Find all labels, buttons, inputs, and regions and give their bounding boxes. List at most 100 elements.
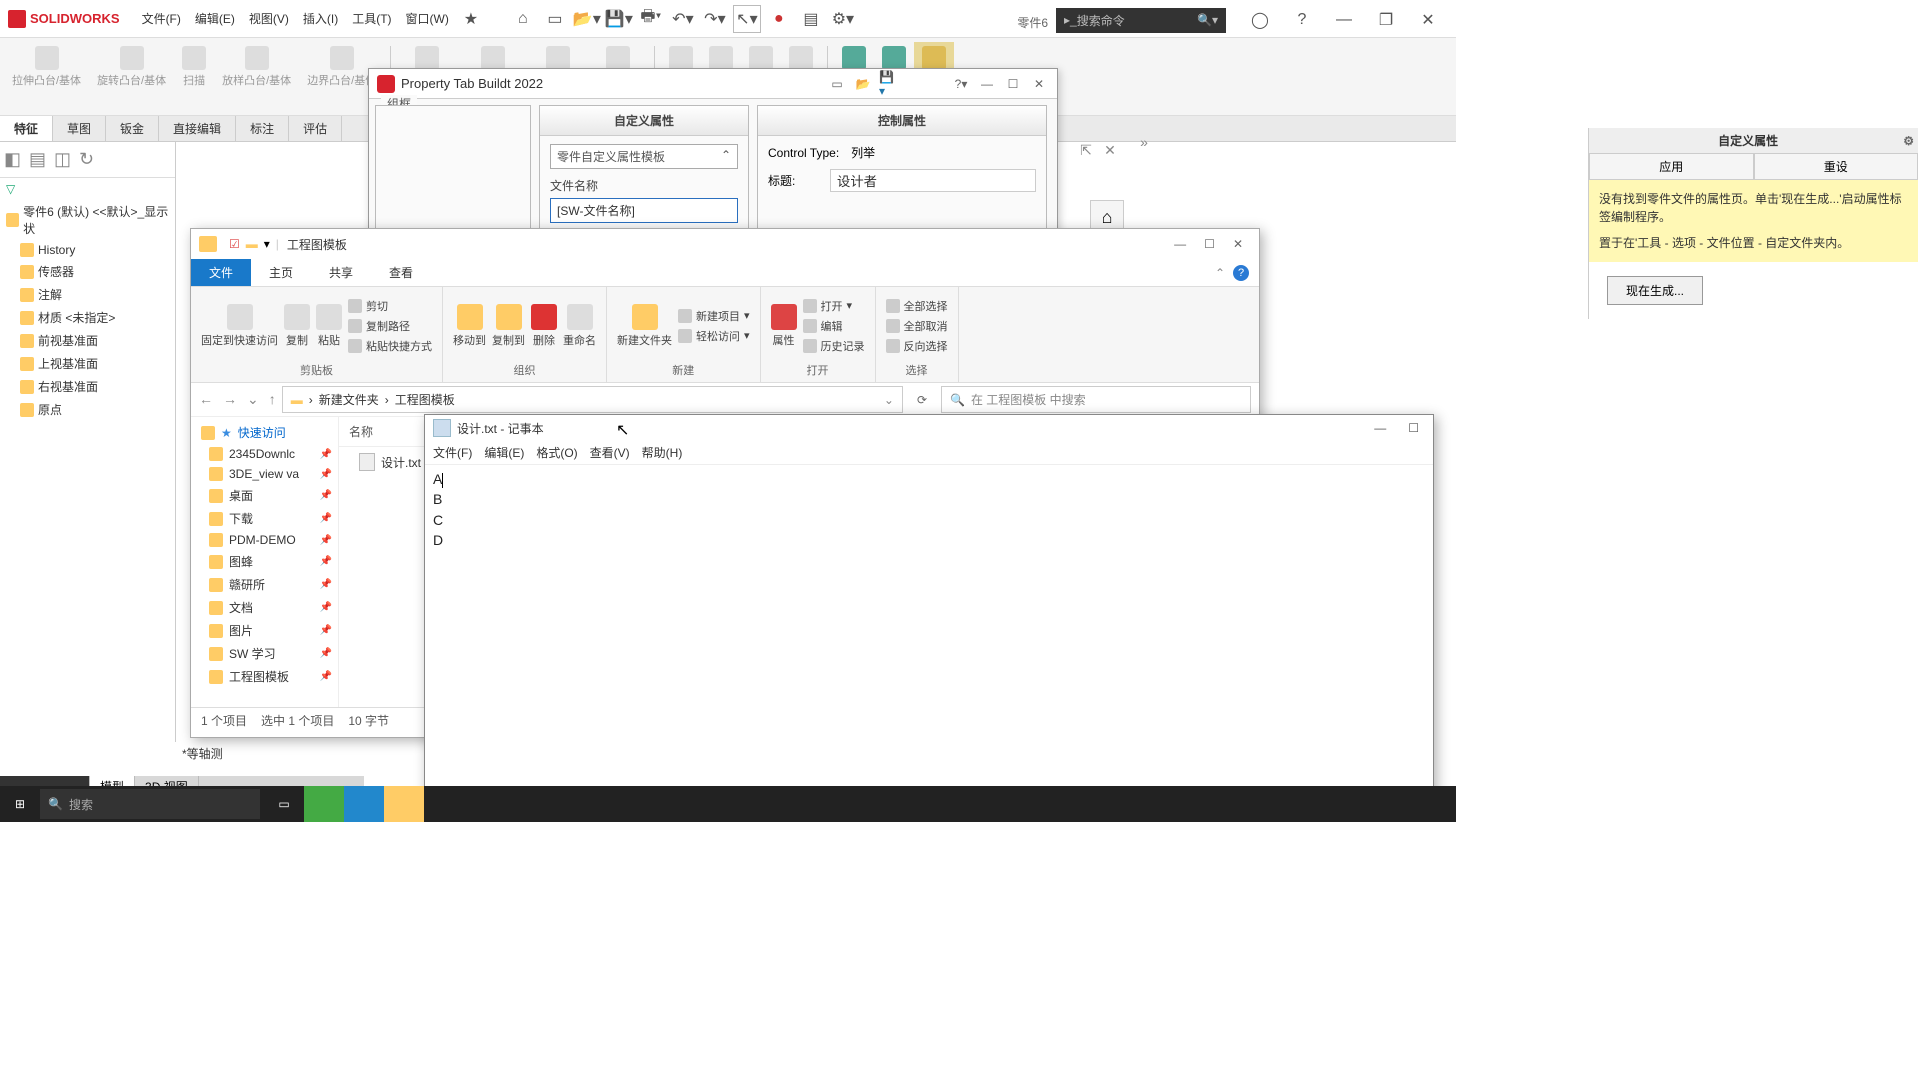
path-dropdown-icon[interactable]: ⌄ [884,393,894,407]
restore-icon[interactable]: ❐ [1372,6,1400,34]
tab-directedit[interactable]: 直接编辑 [159,116,236,141]
paste-button[interactable]: 粘贴 [316,304,342,348]
tree-origin[interactable]: 原点 [0,398,175,421]
np-menu-help[interactable]: 帮助(H) [642,444,683,461]
menu-tools[interactable]: 工具(T) [346,6,397,31]
easyaccess-button[interactable]: 轻松访问 ▾ [678,327,750,345]
ptb-minimize-icon[interactable]: — [977,74,997,94]
taskpane-expand-icon[interactable]: » [1134,132,1154,152]
tb-app2-icon[interactable] [344,786,384,822]
tree-material[interactable]: 材质 <未指定> [0,306,175,329]
explorer-search[interactable]: 🔍 在 工程图模板 中搜索 [941,386,1251,413]
path-seg1[interactable]: 新建文件夹 [319,391,379,408]
exp-tab-home[interactable]: 主页 [251,259,311,286]
exp-help-icon[interactable]: ? [1233,265,1249,281]
tree-right-plane[interactable]: 右视基准面 [0,375,175,398]
tab-sheetmetal[interactable]: 钣金 [106,116,159,141]
close-icon[interactable]: ✕ [1414,6,1442,34]
help-icon[interactable]: ? [1288,6,1316,34]
tree-history[interactable]: History [0,240,175,260]
tb-app1-icon[interactable] [304,786,344,822]
copypath-button[interactable]: 复制路径 [348,317,432,335]
tree-tab4-icon[interactable]: ↻ [79,149,94,170]
np-maximize-icon[interactable]: ☐ [1408,421,1419,435]
qat-check-icon[interactable]: ☑ [229,237,240,251]
np-menu-format[interactable]: 格式(O) [536,444,577,461]
exp-tab-view[interactable]: 查看 [371,259,431,286]
menu-file[interactable]: 文件(F) [136,6,187,31]
selectnone-button[interactable]: 全部取消 [886,317,948,335]
nav-item[interactable]: 3DE_view va📌 [191,464,338,484]
generate-now-button[interactable]: 现在生成... [1607,276,1703,305]
invertsel-button[interactable]: 反向选择 [886,337,948,355]
np-menu-file[interactable]: 文件(F) [433,444,472,461]
path-seg2[interactable]: 工程图模板 [395,391,455,408]
np-menu-view[interactable]: 查看(V) [590,444,630,461]
command-search[interactable]: ▸_ 搜索命令 🔍▾ [1056,8,1226,33]
nav-back-icon[interactable]: ← [199,391,213,408]
ptb-maximize-icon[interactable]: ☐ [1003,74,1023,94]
np-minimize-icon[interactable]: — [1374,421,1386,435]
ptb-close-icon[interactable]: ✕ [1029,74,1049,94]
tab-evaluate[interactable]: 评估 [289,116,342,141]
tab-annotate[interactable]: 标注 [236,116,289,141]
user-icon[interactable]: ◯ [1246,6,1274,34]
nav-item[interactable]: 赣研所📌 [191,573,338,596]
notepad-textarea[interactable]: A B C D [425,465,1433,554]
notepad-titlebar[interactable]: 设计.txt - 记事本 — ☐ [425,415,1433,441]
options-icon[interactable]: ▤ [797,5,825,33]
nav-item[interactable]: 文档📌 [191,596,338,619]
nav-up-icon[interactable]: ↑ [269,391,276,408]
exp-tab-file[interactable]: 文件 [191,259,251,286]
properties-button[interactable]: 属性 [771,304,797,348]
ptb-new-icon[interactable]: ▭ [827,74,847,94]
ribbon-collapse-icon[interactable]: ⌃ [1215,266,1225,280]
undo-icon[interactable]: ↶▾ [669,5,697,33]
np-menu-edit[interactable]: 编辑(E) [484,444,524,461]
history-button[interactable]: 历史记录 [803,337,865,355]
menu-view[interactable]: 视图(V) [243,6,295,31]
minimize-icon[interactable]: — [1330,6,1358,34]
nav-item[interactable]: 2345Downlc📌 [191,444,338,464]
exp-maximize-icon[interactable]: ☐ [1204,237,1215,251]
selectall-button[interactable]: 全部选择 [886,297,948,315]
tree-root[interactable]: 零件6 (默认) <<默认>_显示状 [0,200,175,240]
exp-tab-share[interactable]: 共享 [311,259,371,286]
cut-button[interactable]: 剪切 [348,297,432,315]
rebuild-icon[interactable]: ● [765,5,793,33]
ptb-filename-input[interactable]: [SW-文件名称] [550,198,738,223]
ptb-save-icon[interactable]: 💾▾ [879,74,899,94]
print-icon[interactable]: 🖶▾ [637,5,665,33]
ptb-title-input[interactable] [830,169,1036,192]
exp-minimize-icon[interactable]: — [1174,237,1186,251]
extrude-boss-button[interactable]: 拉伸凸台/基体 [4,42,89,111]
redo-icon[interactable]: ↷▾ [701,5,729,33]
tree-front-plane[interactable]: 前视基准面 [0,329,175,352]
nav-item[interactable]: 图蜂📌 [191,550,338,573]
nav-fwd-icon[interactable]: → [223,391,237,408]
nav-item[interactable]: 桌面📌 [191,484,338,507]
taskpane-close-icon[interactable]: ✕ [1100,140,1120,160]
pin-quickaccess-button[interactable]: 固定到快速访问 [201,304,278,348]
gear-icon[interactable]: ⚙ [1903,134,1914,148]
sw-star-icon[interactable]: ★ [457,5,485,33]
tree-tab3-icon[interactable]: ◫ [54,149,71,170]
nav-recent-icon[interactable]: ⌄ [247,391,259,408]
new-icon[interactable]: ▭ [541,5,569,33]
qat-dropdown-icon[interactable]: ▾ [264,237,270,251]
menu-window[interactable]: 窗口(W) [400,6,455,31]
ptb-titlebar[interactable]: Property Tab Buildt 2022 ▭ 📂 💾▾ ?▾ — ☐ ✕ [369,69,1057,99]
nav-item[interactable]: SW 学习📌 [191,642,338,665]
apply-button[interactable]: 应用 [1589,153,1754,180]
tree-tab2-icon[interactable]: ▤ [29,149,46,170]
tree-filter-icon[interactable]: ▽ [0,178,175,200]
menu-edit[interactable]: 编辑(E) [189,6,241,31]
ptb-help-icon[interactable]: ?▾ [951,74,971,94]
explorer-titlebar[interactable]: ☑ ▬ ▾ | 工程图模板 — ☐ ✕ [191,229,1259,259]
tree-sensors[interactable]: 传感器 [0,260,175,283]
tab-sketch[interactable]: 草图 [53,116,106,141]
tree-top-plane[interactable]: 上视基准面 [0,352,175,375]
taskbar-search[interactable]: 🔍 搜索 [40,789,260,819]
tb-explorer-icon[interactable] [384,786,424,822]
newitem-button[interactable]: 新建项目 ▾ [678,307,750,325]
